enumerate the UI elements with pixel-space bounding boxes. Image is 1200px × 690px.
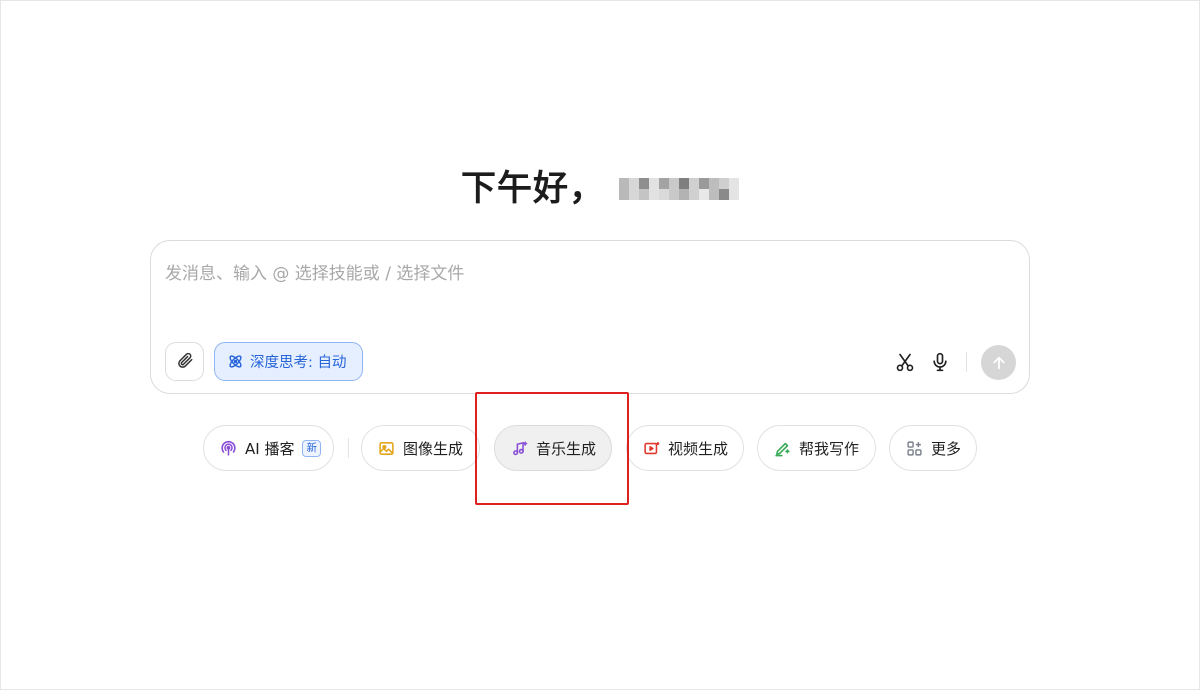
greeting-text: 下午好， <box>460 169 605 209</box>
chip-ai-podcast[interactable]: AI 播客 新 <box>203 425 334 471</box>
chip-label: AI 播客 <box>245 439 295 458</box>
chip-music-generation[interactable]: 音乐生成 <box>494 425 612 471</box>
chip-more[interactable]: 更多 <box>889 425 977 471</box>
chip-image-generation[interactable]: 图像生成 <box>361 425 480 471</box>
grid-icon <box>906 440 923 457</box>
deep-think-label: 深度思考: 自动 <box>250 355 347 371</box>
message-input[interactable] <box>165 259 1005 319</box>
deep-think-button[interactable]: 深度思考: 自动 <box>214 342 363 381</box>
arrow-up-icon <box>991 355 1007 371</box>
chip-label: 帮我写作 <box>799 439 860 458</box>
chip-video-generation[interactable]: 视频生成 <box>626 425 744 471</box>
chip-label: 音乐生成 <box>536 439 597 458</box>
scissors-button[interactable] <box>894 351 916 373</box>
attach-button[interactable] <box>165 342 204 381</box>
image-icon <box>378 440 395 457</box>
scissors-icon <box>895 352 915 372</box>
blurred-username <box>619 177 739 200</box>
video-icon <box>643 440 660 457</box>
voice-input-button[interactable] <box>929 351 951 373</box>
podcast-icon <box>220 440 237 457</box>
send-button[interactable] <box>981 345 1016 380</box>
toolbar-divider <box>966 352 967 372</box>
paperclip-icon <box>176 351 194 373</box>
message-composer: 深度思考: 自动 <box>150 240 1030 394</box>
chip-label: 图像生成 <box>403 439 464 458</box>
microphone-icon <box>930 352 950 372</box>
chip-label: 视频生成 <box>668 439 729 458</box>
pen-icon <box>774 440 791 457</box>
chip-label: 更多 <box>931 439 962 458</box>
chip-help-me-write[interactable]: 帮我写作 <box>757 425 876 471</box>
greeting-heading: 下午好， <box>0 160 1200 211</box>
atom-icon <box>227 353 244 370</box>
chip-divider <box>348 438 349 458</box>
new-badge: 新 <box>302 439 321 457</box>
music-note-icon <box>511 440 528 457</box>
